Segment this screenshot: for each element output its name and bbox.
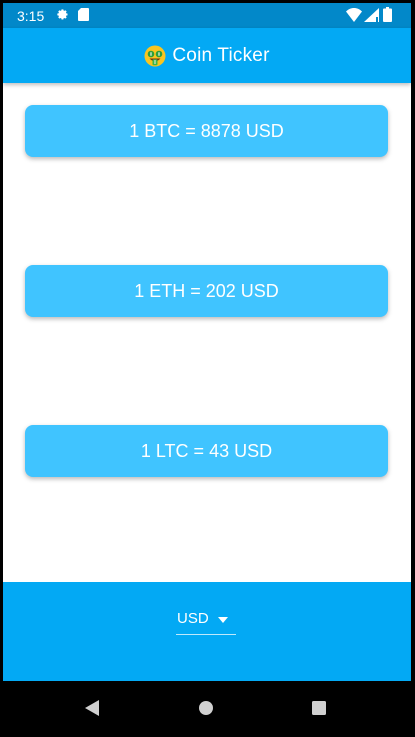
ltc-rate-label: 1 LTC = 43 USD [140,440,273,461]
btc-rate-card[interactable]: 1 BTC = 8878 USD [25,105,388,157]
app-bar: Coin Ticker [3,28,411,83]
money-face-emoji-icon [144,45,166,66]
back-icon[interactable] [85,700,99,716]
btc-rate-label: 1 BTC = 8878 USD [129,120,284,141]
app-title: Coin Ticker [172,44,270,66]
chevron-down-icon [218,617,228,623]
rates-list: 1 BTC = 8878 USD 1 ETH = 202 USD 1 LTC =… [3,83,411,582]
eth-rate-card[interactable]: 1 ETH = 202 USD [25,265,388,317]
ltc-rate-card[interactable]: 1 LTC = 43 USD [25,425,388,477]
battery-icon [383,7,392,22]
eth-rate-label: 1 ETH = 202 USD [134,280,279,301]
currency-dropdown[interactable]: USD [176,604,236,635]
currency-dropdown-value: USD [177,610,209,627]
recents-icon[interactable] [312,701,326,715]
currency-picker-panel: USD [3,582,411,681]
sd-card-icon [78,8,89,21]
status-time: 3:15 [17,8,45,24]
home-icon[interactable] [199,701,213,715]
phone-screen: 3:15 Coin Ticker 1 BTC = 8878 USD 1 ETH … [3,3,411,737]
system-nav-bar [3,681,411,737]
signal-icon [364,8,379,22]
status-bar: 3:15 [3,3,411,28]
wifi-icon [346,8,362,22]
gear-icon [57,9,68,20]
